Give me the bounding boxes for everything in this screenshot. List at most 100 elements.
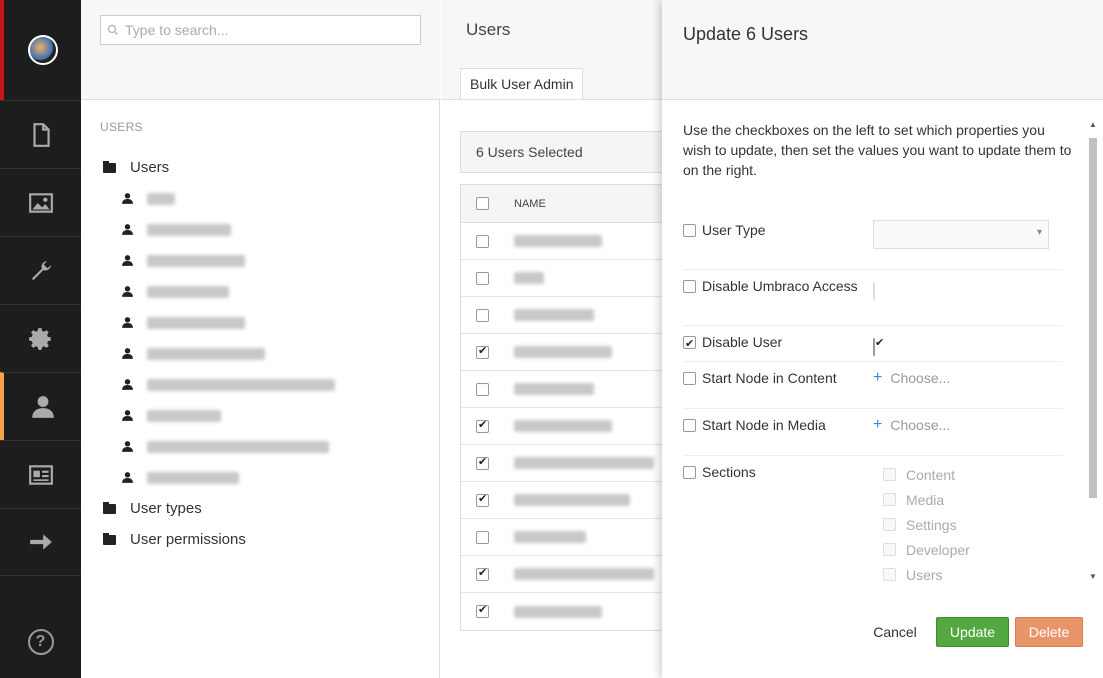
redacted-name [514,420,612,432]
user-type-checkbox[interactable] [683,224,696,237]
select-all-checkbox[interactable] [476,197,489,210]
tree-header [81,0,440,100]
tree-user-item[interactable] [121,192,175,205]
update-button[interactable]: Update [936,617,1009,647]
disable-umbraco-access-value[interactable] [873,282,875,300]
tree-node-users[interactable]: Users [103,159,169,176]
section-label: Users [906,566,943,583]
dialog-intro: Use the checkboxes on the left to set wh… [683,122,1072,178]
prop-disable-umbraco-access: Disable Umbraco Access [683,276,1063,326]
delete-button[interactable]: Delete [1015,617,1083,647]
section-label: Settings [906,516,957,533]
tree-user-item[interactable] [121,409,221,422]
scroll-up-icon[interactable]: ▲ [1089,120,1097,129]
tree-node-label: User types [130,500,202,517]
section-option[interactable]: Developer [883,537,970,562]
prop-user-type: User Type [683,220,1063,270]
tree-user-item[interactable] [121,347,265,360]
row-checkbox[interactable] [476,271,489,285]
update-users-dialog: Update 6 Users Use the checkboxes on the… [662,0,1103,678]
user-icon [122,472,133,483]
section-label: Media [906,491,945,508]
row-checkbox[interactable] [476,492,489,507]
column-header-name[interactable]: NAME [514,198,546,210]
disable-umbraco-access-checkbox[interactable] [683,280,696,293]
user-type-select[interactable] [873,220,1049,249]
tree-user-item[interactable] [121,316,245,329]
row-checkbox[interactable] [476,308,489,322]
tree-user-item[interactable] [121,285,229,298]
redacted-name [147,192,175,205]
cancel-button[interactable]: Cancel [864,617,926,647]
redacted-name [147,223,231,236]
dialog-header: Update 6 Users [662,0,1103,100]
tree-node-label: Users [130,159,170,176]
app-rail: ? [0,0,81,678]
tree-user-item[interactable] [121,223,231,236]
section-checkbox[interactable] [883,543,896,556]
row-checkbox[interactable] [476,418,489,433]
start-node-content-checkbox[interactable] [683,372,696,385]
tree-node-user-permissions[interactable]: User permissions [103,531,246,548]
tree-user-item[interactable] [121,254,245,267]
user-icon[interactable] [0,372,81,440]
redacted-name [514,235,602,247]
section-option[interactable]: Users [883,562,970,587]
start-node-media-checkbox[interactable] [683,419,696,432]
tree-node-user-types[interactable]: User types [103,500,202,517]
redacted-name [147,254,245,267]
row-checkbox[interactable] [476,566,489,581]
redacted-name [147,378,335,391]
section-checkbox[interactable] [883,568,896,581]
scroll-down-icon[interactable]: ▼ [1089,572,1097,581]
wrench-icon[interactable] [0,236,81,304]
gear-icon[interactable] [0,304,81,372]
prop-label: Start Node in Content [702,370,837,386]
tab-bulk-user-admin[interactable]: Bulk User Admin [460,68,584,99]
section-option[interactable]: Content [883,462,970,487]
tree-section-heading: USERS [100,120,143,134]
prop-label: Sections [702,464,756,480]
avatar[interactable] [27,35,58,65]
section-checkbox[interactable] [883,493,896,506]
section-option[interactable]: Settings [883,512,970,537]
tree-user-item[interactable] [121,378,335,391]
disable-user-value[interactable] [873,338,875,356]
choose-media-node-link[interactable]: + Choose... [873,416,950,434]
row-checkbox[interactable] [476,234,489,248]
row-checkbox[interactable] [476,603,489,618]
section-checkbox[interactable] [883,518,896,531]
row-checkbox[interactable] [476,344,489,359]
scrollbar-thumb[interactable] [1089,138,1097,498]
tree-panel: USERS Users User types User permissions [81,0,440,678]
redacted-name [514,272,544,284]
help-icon[interactable]: ? [27,629,54,655]
sections-checkbox[interactable] [683,466,696,479]
redacted-name [147,409,221,422]
user-icon [122,379,133,390]
user-icon [122,286,133,297]
id-card-icon[interactable] [0,440,81,508]
user-avatar-area[interactable] [0,0,81,100]
choose-content-node-link[interactable]: + Choose... [873,369,950,387]
search-box[interactable] [100,15,421,45]
redacted-name [147,316,245,329]
tree-user-item[interactable] [121,440,329,453]
section-checkbox[interactable] [883,468,896,481]
dialog-scrollbar[interactable]: ▲ ▼ [1088,120,1098,586]
redacted-name [147,471,239,484]
arrow-right-icon[interactable] [0,508,81,576]
document-icon[interactable] [0,100,81,168]
image-icon[interactable] [0,168,81,236]
search-input[interactable] [125,22,415,38]
folder-icon [103,501,116,514]
row-checkbox[interactable] [476,530,489,544]
help-button[interactable]: ? [0,620,81,664]
user-icon [122,441,133,452]
row-checkbox[interactable] [476,455,489,470]
row-checkbox[interactable] [476,382,489,396]
disable-user-checkbox[interactable] [683,334,696,354]
section-option[interactable]: Media [883,487,970,512]
tree-user-item[interactable] [121,471,239,484]
choose-label: Choose... [890,417,951,433]
